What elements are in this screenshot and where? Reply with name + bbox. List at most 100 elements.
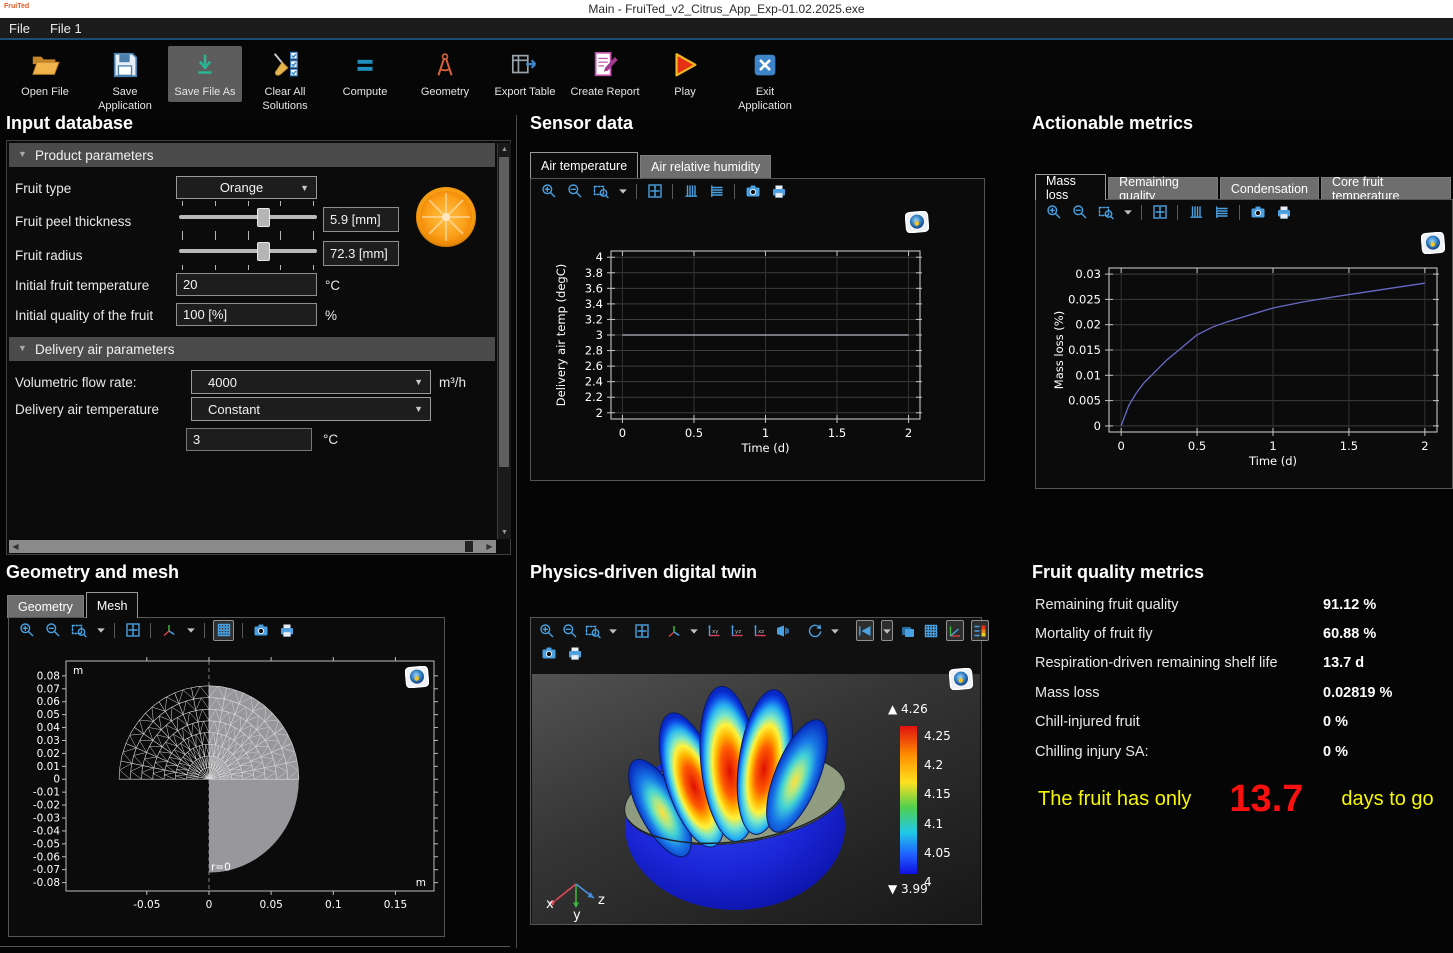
grid-x-icon[interactable] bbox=[681, 182, 700, 201]
menu-item-file[interactable]: File bbox=[9, 21, 30, 36]
zoom-out-icon[interactable] bbox=[43, 621, 62, 640]
left-bottom-border bbox=[0, 946, 510, 947]
exit-application-button[interactable]: Exit Application bbox=[728, 46, 802, 116]
metric-label: Mortality of fruit fly bbox=[1035, 626, 1323, 642]
svg-text:2.4: 2.4 bbox=[585, 375, 603, 389]
slider-track[interactable] bbox=[179, 249, 317, 253]
grid-y-icon[interactable] bbox=[707, 182, 726, 201]
zoom-out-icon[interactable] bbox=[562, 621, 578, 640]
axes-box-icon[interactable] bbox=[946, 620, 964, 641]
tab-geometry[interactable]: Geometry bbox=[7, 595, 84, 618]
print-icon[interactable] bbox=[769, 182, 788, 201]
fruit-radius-value[interactable]: 72.3 [mm] bbox=[323, 241, 399, 266]
camera-icon[interactable] bbox=[251, 621, 270, 640]
delivery-air-temperature-select[interactable]: Constant ▼ bbox=[191, 397, 431, 421]
tab-air-temperature[interactable]: Air temperature bbox=[530, 152, 638, 178]
colorbar-toggle-icon[interactable] bbox=[971, 620, 989, 641]
fit-icon[interactable] bbox=[645, 182, 664, 201]
export-table-button[interactable]: Export Table bbox=[488, 46, 562, 102]
scene-icon[interactable] bbox=[900, 621, 916, 640]
volumetric-flow-rate-select[interactable]: 4000 ▼ bbox=[191, 370, 431, 394]
grid-y-icon[interactable] bbox=[1212, 203, 1231, 222]
scrollbar-thumb[interactable] bbox=[465, 541, 473, 552]
compute-button[interactable]: Compute bbox=[328, 46, 402, 102]
product-parameters-header[interactable]: ▼ Product parameters bbox=[9, 143, 495, 167]
caret-icon[interactable] bbox=[185, 621, 196, 640]
svg-text:0.07: 0.07 bbox=[37, 683, 60, 695]
tab-condensation[interactable]: Condensation bbox=[1220, 177, 1319, 200]
caret-icon[interactable] bbox=[95, 621, 106, 640]
slider-handle[interactable] bbox=[257, 242, 270, 261]
caret-icon[interactable] bbox=[617, 182, 628, 201]
scroll-down-icon[interactable]: ▼ bbox=[498, 526, 511, 539]
zoom-out-icon[interactable] bbox=[1070, 203, 1089, 222]
camera-icon[interactable] bbox=[1248, 203, 1267, 222]
app-logo: FruiTed bbox=[4, 3, 29, 10]
triad-icon[interactable] bbox=[159, 621, 178, 640]
view-xz-icon[interactable]: xz bbox=[752, 621, 768, 640]
caret-icon[interactable] bbox=[608, 621, 618, 640]
geometry-button[interactable]: Geometry bbox=[408, 46, 482, 102]
slider-track[interactable] bbox=[179, 215, 317, 219]
initial-quality-input[interactable]: 100 [%] bbox=[176, 303, 317, 326]
perspective-icon[interactable] bbox=[775, 621, 791, 640]
vertical-scrollbar[interactable]: ▲ ▼ bbox=[497, 143, 511, 539]
zoom-in-icon[interactable] bbox=[17, 621, 36, 640]
zoom-box-icon[interactable] bbox=[1096, 203, 1115, 222]
print-icon[interactable] bbox=[565, 643, 584, 662]
tab-mass-loss[interactable]: Mass loss bbox=[1035, 174, 1106, 200]
open-file-button[interactable]: Open File bbox=[8, 46, 82, 102]
play-button[interactable]: Play bbox=[648, 46, 722, 102]
zoom-in-icon[interactable] bbox=[539, 621, 555, 640]
caret-icon[interactable] bbox=[1122, 203, 1133, 222]
caret-icon[interactable] bbox=[830, 621, 840, 640]
create-report-button[interactable]: Create Report bbox=[568, 46, 642, 102]
zoom-box-icon[interactable] bbox=[591, 182, 610, 201]
fruit-peel-thickness-slider[interactable] bbox=[179, 201, 317, 237]
slider-handle[interactable] bbox=[257, 208, 270, 227]
caret-icon[interactable] bbox=[689, 621, 699, 640]
fit-icon[interactable] bbox=[1150, 203, 1169, 222]
scroll-left-icon[interactable]: ◀ bbox=[9, 540, 22, 553]
view-yz-icon[interactable]: yz bbox=[729, 621, 745, 640]
tab-core-fruit-temperature[interactable]: Core fruit temperature bbox=[1321, 177, 1451, 200]
fruit-peel-thickness-value[interactable]: 5.9 [mm] bbox=[323, 207, 399, 232]
scroll-right-icon[interactable]: ▶ bbox=[483, 540, 496, 553]
rotate-icon[interactable] bbox=[807, 621, 823, 640]
print-icon[interactable] bbox=[277, 621, 296, 640]
mesh-toggle-icon[interactable] bbox=[923, 621, 939, 640]
fit-icon[interactable] bbox=[123, 621, 142, 640]
triad-icon[interactable] bbox=[666, 621, 682, 640]
menu-item-file-1[interactable]: File 1 bbox=[50, 21, 82, 36]
mesh-toggle-icon[interactable] bbox=[213, 620, 234, 641]
fruit-radius-slider[interactable] bbox=[179, 235, 317, 271]
camera-icon[interactable] bbox=[743, 182, 762, 201]
zoom-box-icon[interactable] bbox=[585, 621, 601, 640]
initial-quality-label: Initial quality of the fruit bbox=[15, 308, 153, 323]
fit-icon[interactable] bbox=[634, 621, 650, 640]
delivery-air-parameters-header[interactable]: ▼ Delivery air parameters bbox=[9, 337, 495, 361]
save-application-button[interactable]: Save Application bbox=[88, 46, 162, 116]
zoom-out-icon[interactable] bbox=[565, 182, 584, 201]
grid-x-icon[interactable] bbox=[1186, 203, 1205, 222]
zoom-in-icon[interactable] bbox=[1044, 203, 1063, 222]
constant-temperature-input[interactable]: 3 bbox=[186, 428, 312, 451]
view-xy-icon[interactable]: xy bbox=[706, 621, 722, 640]
initial-fruit-temperature-input[interactable]: 20 bbox=[176, 273, 317, 296]
horizontal-scrollbar[interactable]: ◀ ▶ bbox=[9, 540, 496, 553]
tab-air-relative-humidity[interactable]: Air relative humidity bbox=[640, 155, 771, 178]
scroll-up-icon[interactable]: ▲ bbox=[498, 143, 511, 156]
print-icon[interactable] bbox=[1274, 203, 1293, 222]
caret-icon[interactable] bbox=[881, 620, 893, 641]
fruit-type-select[interactable]: Orange ▼ bbox=[176, 176, 317, 199]
zoom-in-icon[interactable] bbox=[539, 182, 558, 201]
tab-mesh[interactable]: Mesh bbox=[86, 592, 139, 618]
zoom-box-icon[interactable] bbox=[69, 621, 88, 640]
save-file-as-button[interactable]: Save File As bbox=[168, 46, 242, 102]
camera-icon[interactable] bbox=[539, 643, 558, 662]
clear-all-solutions-button[interactable]: Clear All Solutions bbox=[248, 46, 322, 116]
digital-twin-scene[interactable]: ▲ 4.264.254.24.154.14.054▼ 3.99 x y z bbox=[532, 674, 980, 924]
default-view-icon[interactable] bbox=[856, 620, 874, 641]
tab-remaining-quality[interactable]: Remaining quality bbox=[1108, 177, 1218, 200]
scrollbar-thumb[interactable] bbox=[499, 157, 509, 467]
